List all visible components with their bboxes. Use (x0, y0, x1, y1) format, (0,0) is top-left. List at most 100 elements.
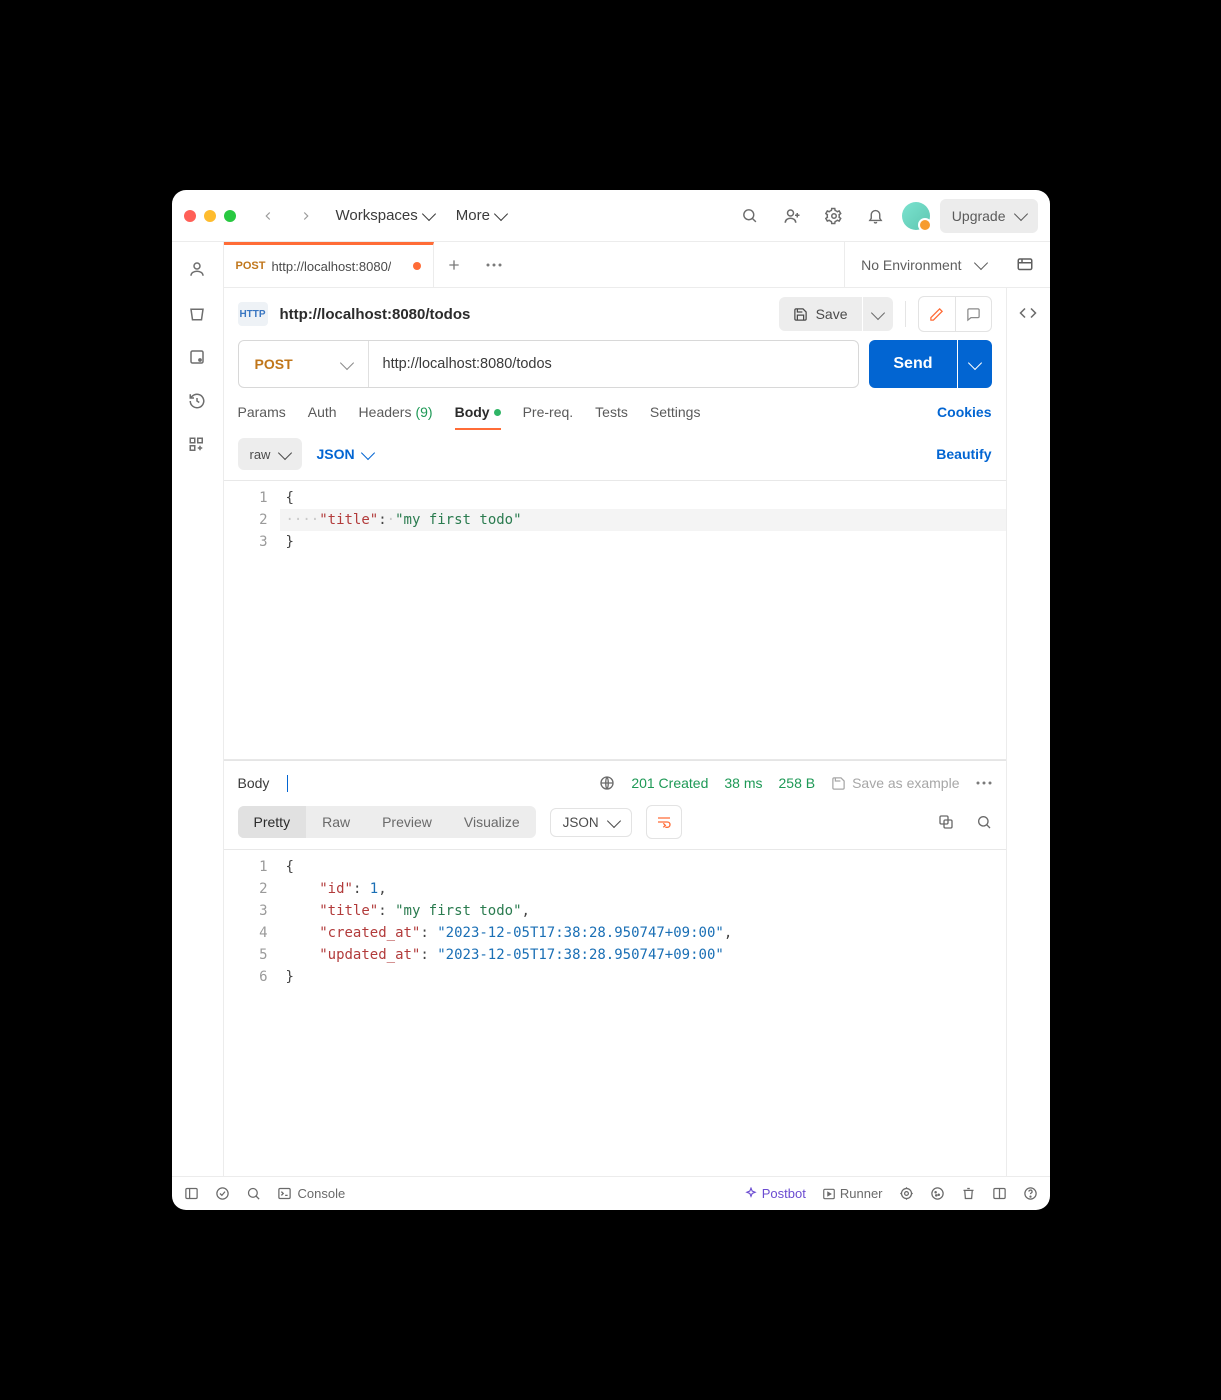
modified-indicator-icon (494, 409, 501, 416)
help-icon[interactable] (1023, 1186, 1038, 1201)
chevron-down-icon (422, 207, 436, 221)
send-options-button[interactable] (958, 340, 992, 388)
trash-icon[interactable] (188, 304, 206, 322)
add-panel-icon[interactable] (188, 436, 206, 454)
view-raw[interactable]: Raw (306, 806, 366, 838)
response-size: 258 B (779, 775, 816, 791)
tab-settings[interactable]: Settings (650, 404, 701, 430)
chevron-down-icon (967, 355, 981, 369)
search-button[interactable] (734, 200, 766, 232)
user-icon[interactable] (188, 260, 206, 278)
api-icon[interactable] (188, 348, 206, 366)
request-tab[interactable]: POST http://localhost:8080/ (224, 242, 434, 287)
chevron-down-icon (870, 305, 884, 319)
view-preview[interactable]: Preview (366, 806, 448, 838)
wrap-lines-button[interactable] (646, 805, 682, 839)
upgrade-label: Upgrade (952, 208, 1006, 224)
response-dropdown[interactable] (287, 775, 288, 791)
code-icon[interactable] (1019, 304, 1037, 322)
method-selector[interactable]: POST (239, 341, 369, 387)
response-time: 38 ms (724, 775, 762, 791)
capture-icon[interactable] (899, 1186, 914, 1201)
user-avatar[interactable] (902, 202, 930, 230)
workspaces-label: Workspaces (336, 207, 418, 224)
settings-button[interactable] (818, 200, 850, 232)
nav-forward-button[interactable] (292, 202, 320, 230)
tab-params[interactable]: Params (238, 404, 286, 430)
cookies-link[interactable]: Cookies (937, 404, 991, 430)
body-type-selector[interactable]: raw (238, 438, 303, 470)
tab-auth[interactable]: Auth (308, 404, 337, 430)
line-gutter: 123456 (224, 850, 280, 1176)
environment-selector[interactable]: No Environment (861, 257, 985, 273)
tab-body[interactable]: Body (455, 404, 501, 430)
workspaces-menu[interactable]: Workspaces (330, 203, 440, 228)
chevron-down-icon (1013, 207, 1027, 221)
console-button[interactable]: Console (277, 1186, 346, 1201)
maximize-window-icon[interactable] (224, 210, 236, 222)
invite-button[interactable] (776, 200, 808, 232)
search-response-button[interactable] (976, 814, 992, 830)
response-view-tabs: Pretty Raw Preview Visualize (238, 806, 536, 838)
left-sidebar (172, 242, 224, 1176)
save-options-button[interactable] (863, 297, 893, 331)
tab-method: POST (236, 260, 266, 272)
chevron-down-icon (494, 207, 508, 221)
response-more-button[interactable] (976, 781, 992, 785)
tab-headers[interactable]: Headers (9) (359, 404, 433, 430)
chevron-down-icon (607, 813, 621, 827)
runner-button[interactable]: Runner (822, 1186, 883, 1201)
response-language-selector[interactable]: JSON (550, 808, 632, 837)
nav-back-button[interactable] (254, 202, 282, 230)
view-pretty[interactable]: Pretty (238, 806, 307, 838)
response-body-editor[interactable]: 123456 { "id": 1, "title": "my first tod… (224, 849, 1006, 1176)
body-language-selector[interactable]: JSON (316, 446, 372, 462)
more-menu[interactable]: More (450, 203, 512, 228)
save-button[interactable]: Save (779, 297, 862, 331)
view-visualize[interactable]: Visualize (448, 806, 536, 838)
trash-icon[interactable] (961, 1186, 976, 1201)
tab-title: http://localhost:8080/ (271, 259, 391, 274)
tab-options-button[interactable] (474, 242, 514, 287)
chevron-down-icon (973, 256, 987, 270)
status-bar: Console Postbot Runner (172, 1176, 1050, 1210)
copy-response-button[interactable] (938, 814, 954, 830)
more-label: More (456, 207, 490, 224)
tab-tests[interactable]: Tests (595, 404, 628, 430)
method-value: POST (255, 356, 293, 372)
sync-status-icon[interactable] (215, 1186, 230, 1201)
request-body-editor[interactable]: 123 { ····"title":·"my first todo" } (224, 480, 1006, 760)
edit-mode-button[interactable] (919, 297, 955, 331)
url-input[interactable]: http://localhost:8080/todos (369, 341, 859, 387)
comment-mode-button[interactable] (955, 297, 991, 331)
http-chip-icon: HTTP (238, 302, 268, 326)
two-pane-icon[interactable] (992, 1186, 1007, 1201)
response-label: Body (238, 775, 270, 791)
titlebar: Workspaces More Upgrade (172, 190, 1050, 242)
cookies-icon[interactable] (930, 1186, 945, 1201)
view-mode-toggle (918, 296, 992, 332)
right-sidebar (1006, 288, 1050, 1176)
history-icon[interactable] (188, 392, 206, 410)
globe-icon[interactable] (599, 775, 615, 791)
save-as-example-button[interactable]: Save as example (831, 775, 959, 791)
find-icon[interactable] (246, 1186, 261, 1201)
beautify-button[interactable]: Beautify (936, 446, 991, 462)
close-window-icon[interactable] (184, 210, 196, 222)
url-value: http://localhost:8080/todos (383, 356, 552, 372)
sidebar-toggle-icon[interactable] (184, 1186, 199, 1201)
request-name: http://localhost:8080/todos (280, 306, 471, 323)
minimize-window-icon[interactable] (204, 210, 216, 222)
chevron-down-icon (339, 355, 353, 369)
send-button[interactable]: Send (869, 340, 956, 388)
tab-prereq[interactable]: Pre-req. (523, 404, 574, 430)
upgrade-button[interactable]: Upgrade (940, 199, 1038, 233)
unsaved-indicator-icon (413, 262, 421, 270)
notifications-button[interactable] (860, 200, 892, 232)
postbot-button[interactable]: Postbot (744, 1186, 806, 1201)
new-tab-button[interactable] (434, 242, 474, 287)
line-gutter: 123 (224, 481, 280, 759)
traffic-lights (184, 210, 236, 222)
chevron-down-icon (287, 775, 288, 792)
environment-quicklook-button[interactable] (1016, 256, 1034, 274)
